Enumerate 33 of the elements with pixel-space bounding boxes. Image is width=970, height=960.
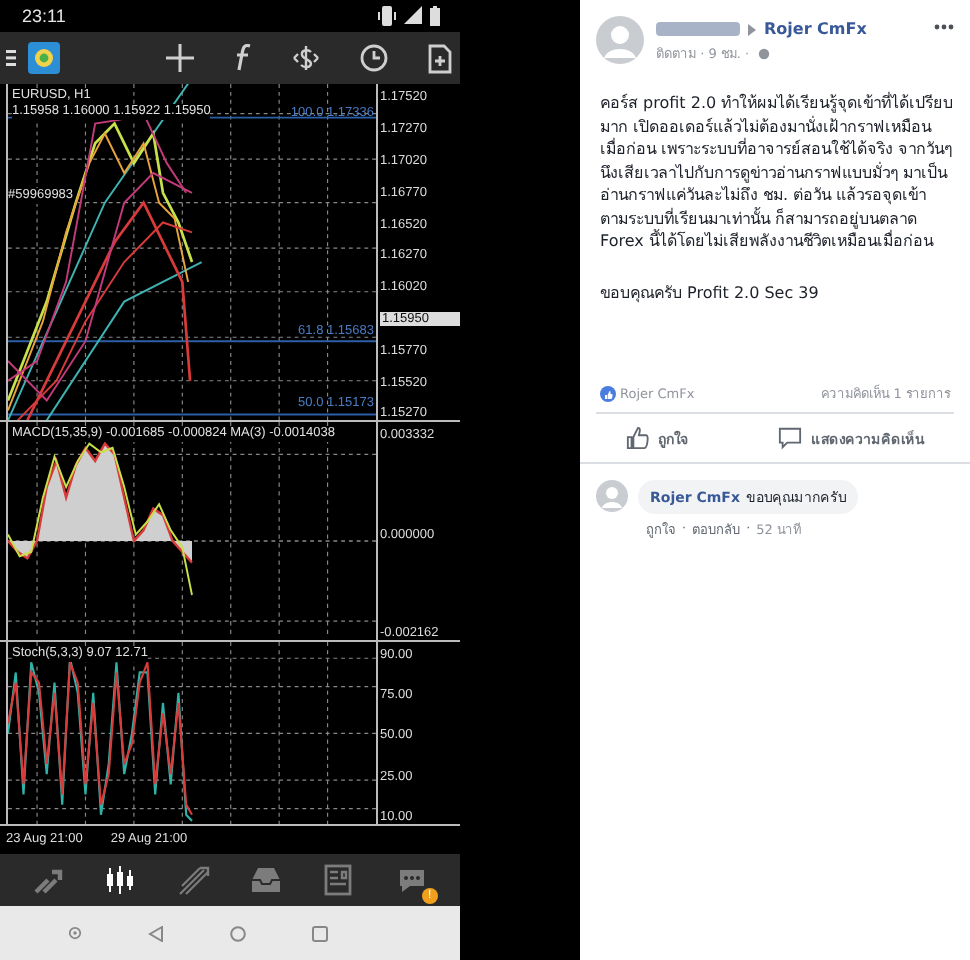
app-logo-icon[interactable] — [28, 42, 60, 74]
post-text: ขอบคุณครับ Profit 2.0 Sec 39 — [600, 281, 821, 304]
speech-bubble-icon — [778, 426, 803, 450]
home-icon[interactable] — [229, 925, 246, 942]
page-name-link[interactable]: Rojer CmFx — [764, 20, 867, 38]
globe-icon — [757, 48, 770, 60]
dollar-arrows-icon[interactable] — [292, 44, 320, 72]
trend-lines-icon — [177, 864, 210, 897]
caret-icon — [748, 23, 756, 35]
quotes-arrow-icon — [32, 864, 65, 897]
function-icon[interactable] — [234, 44, 252, 72]
chat-icon — [395, 864, 428, 897]
recents-icon[interactable] — [311, 925, 328, 942]
status-time: 23:11 — [22, 5, 66, 26]
inbox-icon — [250, 864, 283, 897]
dot-icon[interactable] — [68, 926, 83, 941]
back-icon[interactable] — [148, 925, 165, 942]
crosshair-icon[interactable] — [166, 44, 194, 72]
signal-icon — [404, 6, 422, 25]
post-text: คอร์ส profit 2.0 ทำให้ผมได้เรียนรู้จุดเข้าที่ได้เปรียบมาก เปิดออเดอร์แล้วไม่ต้องมานั่งเฝ้ากราฟเหมือนเมื่อก่อน เพราะระบบที่อาจารย์สอนใช้ได้จริง จากวันๆนึงเสียเวลาไปกับการดูข่าวอ่านกราฟแบบมั่วๆ มาเป็นอ่านกราฟแค่วันละไม่ถึง ชม. ต่อวัน แล้วรอจุดเข้าตามระบบที่เรียนมาเท่านั้น ก็สามารถอยู่บนตลาด Forex นี้ได้โดยไม่เสียพลังงานชีวิตเหมือนเมื่อก่อน — [600, 92, 954, 253]
vibrate-icon — [378, 5, 396, 26]
clock-icon[interactable] — [360, 44, 388, 72]
more-icon[interactable] — [934, 24, 954, 30]
battery-icon — [430, 5, 440, 26]
avatar-icon — [596, 16, 644, 64]
commenter-avatar-icon — [596, 480, 628, 512]
new-document-icon[interactable] — [428, 43, 452, 73]
thumbs-up-icon — [625, 426, 650, 450]
candlestick-icon — [104, 864, 137, 897]
blurred-name — [656, 22, 740, 36]
like-reaction-icon — [600, 386, 616, 402]
menu-icon[interactable] — [6, 50, 16, 66]
news-icon — [322, 864, 355, 897]
